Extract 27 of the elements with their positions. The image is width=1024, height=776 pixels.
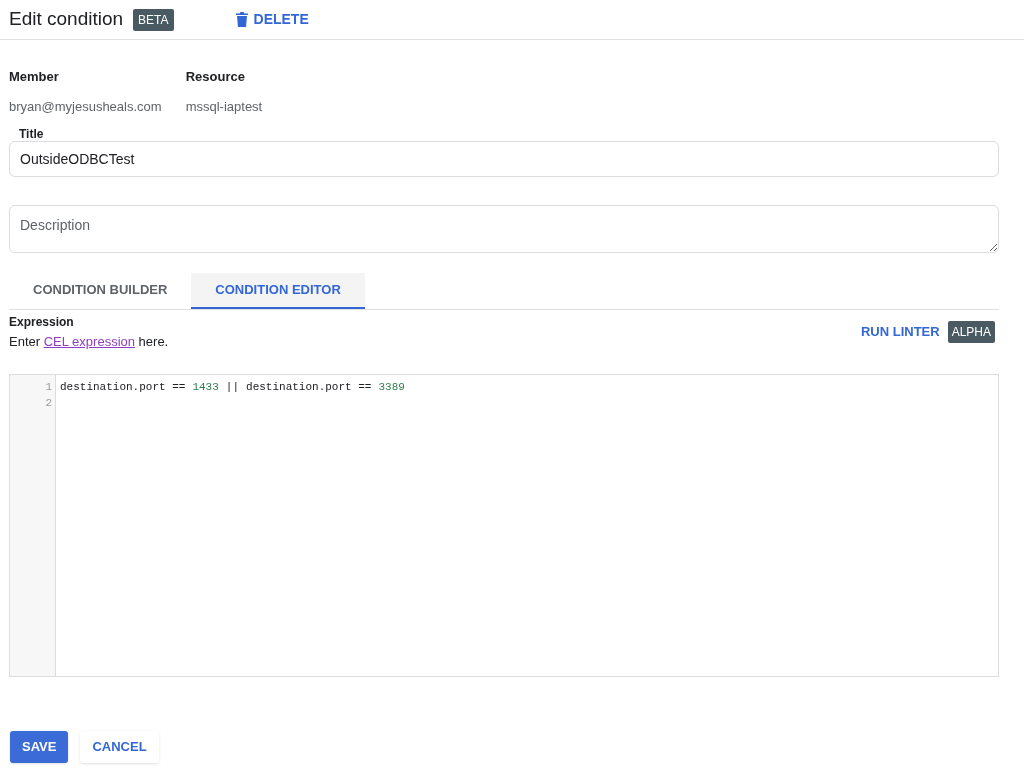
beta-badge: BETA	[133, 8, 174, 31]
expression-heading: Expression	[9, 314, 75, 331]
alpha-badge: ALPHA	[947, 321, 995, 343]
line-number: 1	[45, 379, 52, 395]
tab[interactable]: CONDITION EDITOR	[191, 273, 365, 309]
tab[interactable]: CONDITION BUILDER	[9, 273, 192, 309]
delete-button[interactable]: DELETE	[235, 9, 309, 30]
save-button[interactable]: SAVE	[10, 730, 69, 763]
code-token: 3389	[378, 379, 405, 395]
code-token: destination.port ==	[246, 379, 372, 395]
title-field[interactable]: OutsideODBCTest	[9, 141, 999, 177]
run-linter-button[interactable]: RUN LINTER	[860, 322, 940, 342]
code-token: ||	[225, 379, 240, 395]
info-value: mssql-iaptest	[185, 97, 263, 116]
info-label: Resource	[185, 68, 246, 86]
code-token: 1433	[192, 379, 219, 395]
cel-expression-link[interactable]: CEL expression	[43, 334, 135, 349]
code-token: destination.port ==	[60, 379, 186, 395]
expression-hint: Enter CEL expression here.	[9, 333, 169, 351]
line-number: 2	[45, 395, 52, 411]
code-editor[interactable]: 1 2 destination.port == 1433 || destination.port == 3389	[9, 373, 999, 677]
info-label: Member	[9, 68, 60, 86]
cancel-button[interactable]: CANCEL	[80, 730, 159, 763]
info-value: bryan@myjesusheals.com	[9, 97, 162, 116]
description-field[interactable]: Description	[9, 205, 999, 253]
page-title: Edit condition	[9, 7, 124, 32]
trash-icon	[235, 12, 248, 27]
